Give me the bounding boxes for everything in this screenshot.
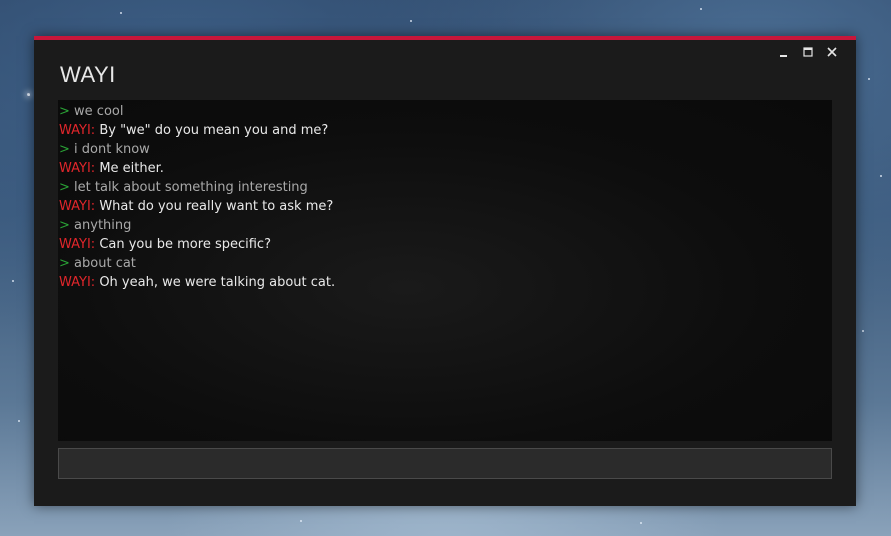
user-prompt-marker: > [59, 180, 70, 195]
chat-window: WAYI > we cool WAYI: By "we" do you mean … [34, 36, 856, 506]
background-star [880, 175, 882, 177]
user-message: > i dont know [59, 140, 832, 159]
background-star [410, 20, 412, 22]
bot-message-text: What do you really want to ask me? [99, 199, 334, 214]
background-star [12, 280, 14, 282]
user-message-text: about cat [74, 256, 136, 271]
bot-message: WAYI: By "we" do you mean you and me? [59, 121, 832, 140]
maximize-icon [803, 47, 813, 57]
minimize-icon [780, 55, 787, 57]
bot-message: WAYI: What do you really want to ask me? [59, 197, 832, 216]
bot-message-text: Me either. [99, 161, 164, 176]
background-star [868, 78, 870, 80]
window-title: WAYI [60, 62, 116, 87]
user-message: > let talk about something interesting [59, 178, 832, 197]
minimize-button[interactable] [772, 44, 796, 60]
close-button[interactable] [820, 44, 844, 60]
bot-name-label: WAYI: [59, 237, 96, 252]
bot-message-text: Can you be more specific? [99, 237, 271, 252]
user-prompt-marker: > [59, 142, 70, 157]
bot-message: WAYI: Can you be more specific? [59, 235, 832, 254]
bot-message: WAYI: Oh yeah, we were talking about cat… [59, 273, 832, 292]
user-prompt-marker: > [59, 218, 70, 233]
message-input[interactable] [58, 448, 832, 479]
background-star [120, 12, 122, 14]
background-star [27, 93, 30, 96]
background-star [18, 420, 20, 422]
bot-message: WAYI: Me either. [59, 159, 832, 178]
bot-name-label: WAYI: [59, 275, 96, 290]
background-star [862, 330, 864, 332]
window-controls [772, 44, 844, 60]
user-prompt-marker: > [59, 256, 70, 271]
bot-message-text: Oh yeah, we were talking about cat. [99, 275, 336, 290]
chat-log[interactable]: > we cool WAYI: By "we" do you mean you a… [58, 100, 832, 441]
user-message-text: let talk about something interesting [74, 180, 308, 195]
user-message: > anything [59, 216, 832, 235]
close-icon [827, 47, 837, 57]
user-message-text: we cool [74, 104, 124, 119]
background-star [700, 8, 702, 10]
background-star [300, 520, 302, 522]
background-star [640, 522, 642, 524]
bot-name-label: WAYI: [59, 199, 96, 214]
maximize-button[interactable] [796, 44, 820, 60]
user-message-text: i dont know [74, 142, 150, 157]
user-prompt-marker: > [59, 104, 70, 119]
bot-message-text: By "we" do you mean you and me? [99, 123, 329, 138]
user-message: > we cool [59, 102, 832, 121]
user-message: > about cat [59, 254, 832, 273]
user-message-text: anything [74, 218, 132, 233]
bot-name-label: WAYI: [59, 123, 96, 138]
bot-name-label: WAYI: [59, 161, 96, 176]
